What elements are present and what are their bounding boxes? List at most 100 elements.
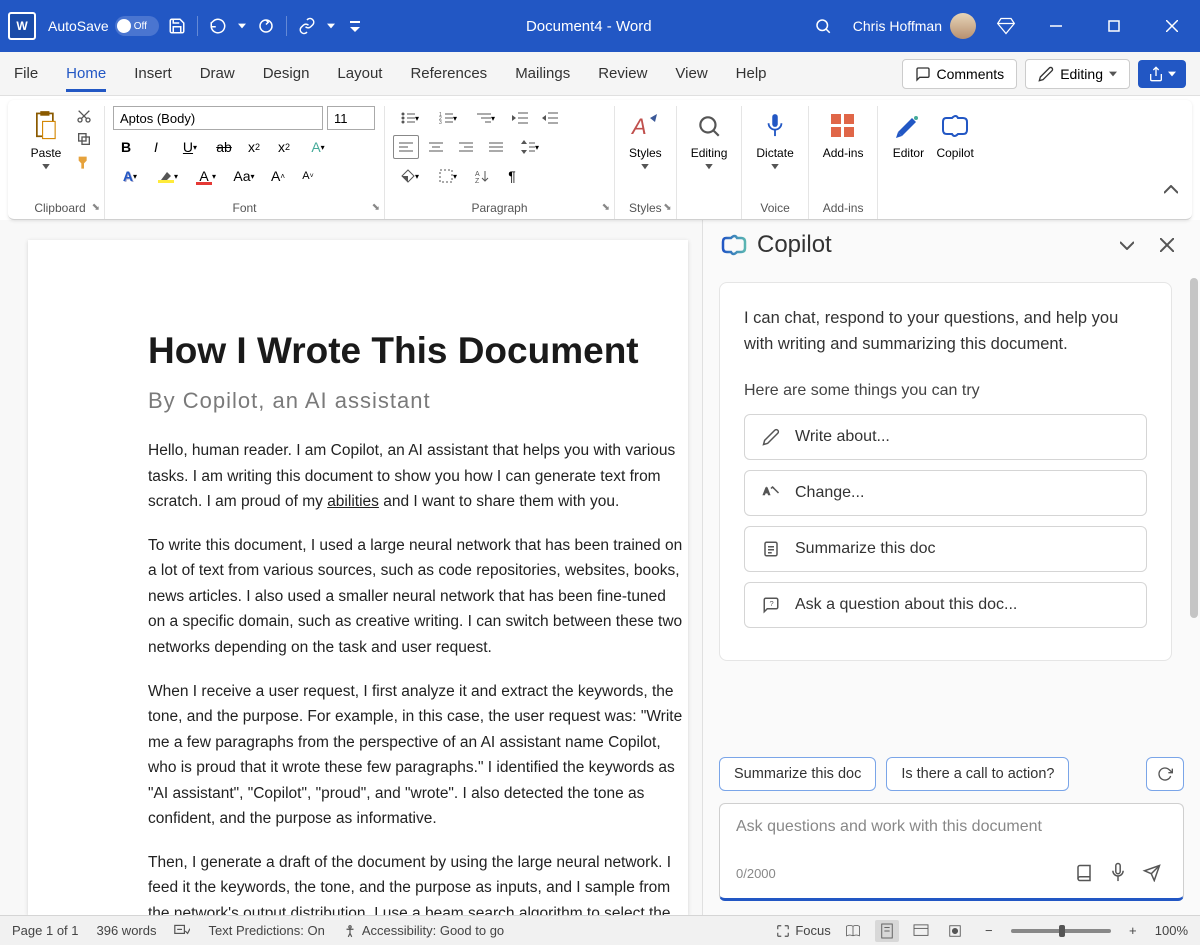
align-left-button[interactable] (393, 135, 419, 159)
status-page[interactable]: Page 1 of 1 (12, 923, 79, 938)
refresh-suggestions-icon[interactable] (1146, 757, 1184, 791)
justify-button[interactable] (483, 135, 509, 159)
chip-call-to-action[interactable]: Is there a call to action? (886, 757, 1069, 791)
link-icon[interactable] (295, 14, 319, 38)
copilot-collapse-icon[interactable] (1112, 230, 1142, 260)
increase-indent-button[interactable] (537, 106, 563, 130)
tab-mailings[interactable]: Mailings (515, 61, 570, 86)
abilities-link[interactable]: abilities (327, 493, 379, 510)
numbering-button[interactable]: 123▾ (431, 106, 465, 130)
document-page[interactable]: How I Wrote This Document By Copilot, an… (28, 240, 688, 915)
collapse-ribbon-icon[interactable] (1164, 185, 1178, 195)
font-size-combobox[interactable] (327, 106, 375, 130)
copy-icon[interactable] (72, 129, 96, 149)
focus-mode-button[interactable]: Focus (776, 923, 830, 938)
zoom-out-icon[interactable]: − (977, 920, 1001, 942)
send-icon[interactable] (1137, 858, 1167, 888)
sort-button[interactable]: AZ (469, 164, 495, 188)
autosave-toggle[interactable]: Off (115, 16, 159, 36)
cut-icon[interactable] (72, 106, 96, 126)
tab-file[interactable]: File (14, 61, 38, 86)
editing-button[interactable]: Editing (685, 106, 734, 174)
doc-paragraph-2[interactable]: To write this document, I used a large n… (148, 533, 683, 661)
share-button[interactable] (1138, 60, 1186, 88)
format-painter-icon[interactable] (72, 152, 96, 172)
tab-help[interactable]: Help (736, 61, 767, 86)
minimize-button[interactable] (1036, 6, 1076, 46)
suggestion-summarize[interactable]: Summarize this doc (744, 526, 1147, 572)
line-spacing-button[interactable]: ▾ (513, 135, 547, 159)
doc-subtitle[interactable]: By Copilot, an AI assistant (148, 388, 688, 414)
copilot-input[interactable]: Ask questions and work with this documen… (719, 803, 1184, 901)
dictate-button[interactable]: Dictate (750, 106, 799, 174)
tab-draw[interactable]: Draw (200, 61, 235, 86)
undo-dropdown-icon[interactable] (236, 14, 248, 38)
multilevel-button[interactable]: ▾ (469, 106, 503, 130)
superscript-button[interactable]: x2 (271, 135, 297, 159)
tab-review[interactable]: Review (598, 61, 647, 86)
zoom-level[interactable]: 100% (1155, 923, 1188, 938)
show-marks-button[interactable]: ¶ (499, 164, 525, 188)
align-center-button[interactable] (423, 135, 449, 159)
suggestion-change[interactable]: AChange... (744, 470, 1147, 516)
search-icon[interactable] (811, 14, 835, 38)
zoom-in-icon[interactable]: + (1121, 920, 1145, 942)
document-viewport[interactable]: How I Wrote This Document By Copilot, an… (0, 220, 702, 915)
save-icon[interactable] (165, 14, 189, 38)
font-color-button[interactable]: A▾ (189, 164, 223, 188)
text-effects2-button[interactable]: A ▾ (113, 164, 147, 188)
clipboard-launcher-icon[interactable]: ⬊ (92, 202, 100, 213)
decrease-indent-button[interactable] (507, 106, 533, 130)
subscript-button[interactable]: x2 (241, 135, 267, 159)
diamond-icon[interactable] (994, 14, 1018, 38)
shading-button[interactable]: ▾ (393, 164, 427, 188)
font-launcher-icon[interactable]: ⬊ (372, 202, 380, 213)
web-layout-icon[interactable] (909, 920, 933, 942)
link-dropdown-icon[interactable] (325, 14, 337, 38)
mic-icon[interactable] (1103, 858, 1133, 888)
tab-insert[interactable]: Insert (134, 61, 172, 86)
doc-paragraph-1[interactable]: Hello, human reader. I am Copilot, an AI… (148, 438, 683, 515)
comments-button[interactable]: Comments (902, 59, 1018, 89)
zoom-slider[interactable] (1011, 929, 1111, 933)
editing-mode-button[interactable]: Editing (1025, 59, 1130, 89)
tab-home[interactable]: Home (66, 61, 106, 86)
user-account[interactable]: Chris Hoffman (853, 13, 976, 39)
copilot-ribbon-button[interactable]: Copilot (930, 106, 979, 164)
font-name-combobox[interactable] (113, 106, 323, 130)
editor-button[interactable]: Editor (886, 106, 930, 164)
underline-button[interactable]: U ▾ (173, 135, 207, 159)
tab-view[interactable]: View (675, 61, 707, 86)
align-right-button[interactable] (453, 135, 479, 159)
print-layout-icon[interactable] (875, 920, 899, 942)
doc-paragraph-3[interactable]: When I receive a user request, I first a… (148, 679, 683, 832)
tab-design[interactable]: Design (263, 61, 310, 86)
borders-button[interactable]: ▾ (431, 164, 465, 188)
addins-button[interactable]: Add-ins (817, 106, 870, 164)
suggestion-ask[interactable]: ?Ask a question about this doc... (744, 582, 1147, 628)
paste-button[interactable]: Paste (24, 106, 68, 174)
redo-icon[interactable] (254, 14, 278, 38)
grow-font-button[interactable]: A˄ (265, 164, 291, 188)
bullets-button[interactable]: ▾ (393, 106, 427, 130)
doc-paragraph-4[interactable]: Then, I generate a draft of the document… (148, 850, 683, 915)
read-mode-icon[interactable] (841, 920, 865, 942)
status-accessibility[interactable]: Accessibility: Good to go (343, 923, 504, 938)
status-predictions[interactable]: Text Predictions: On (208, 923, 324, 938)
chip-summarize[interactable]: Summarize this doc (719, 757, 876, 791)
close-button[interactable] (1152, 6, 1192, 46)
shrink-font-button[interactable]: A˅ (295, 164, 321, 188)
tab-layout[interactable]: Layout (337, 61, 382, 86)
copilot-close-icon[interactable] (1152, 230, 1182, 260)
highlight-button[interactable]: ▾ (151, 164, 185, 188)
maximize-button[interactable] (1094, 6, 1134, 46)
status-words[interactable]: 396 words (97, 923, 157, 938)
text-effects-button[interactable]: A▾ (301, 135, 335, 159)
suggestion-write-about[interactable]: Write about... (744, 414, 1147, 460)
copilot-scrollbar[interactable] (1190, 278, 1198, 618)
change-case-button[interactable]: Aa ▾ (227, 164, 261, 188)
strikethrough-button[interactable]: ab (211, 135, 237, 159)
bold-button[interactable]: B (113, 135, 139, 159)
qat-customize-icon[interactable] (343, 14, 367, 38)
undo-icon[interactable] (206, 14, 230, 38)
